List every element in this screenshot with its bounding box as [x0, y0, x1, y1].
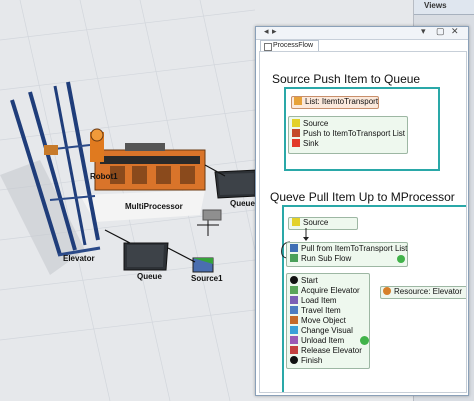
tab-label: ProcessFlow — [273, 42, 314, 49]
activity-move-object[interactable]: Move Object — [290, 316, 346, 326]
travel-icon — [290, 306, 298, 314]
list-icon — [294, 97, 302, 105]
source-icon — [292, 218, 300, 226]
resource-block[interactable]: Resource: Elevator — [380, 286, 466, 299]
list-item-block[interactable]: List: ItemtoTransport — [291, 96, 379, 109]
close-icon[interactable]: ✕ — [451, 26, 459, 37]
activity-pull-list[interactable]: Pull from ItemToTransport List — [290, 244, 407, 254]
release-icon — [290, 346, 298, 354]
activity-finish[interactable]: Finish — [290, 356, 322, 366]
container1-activity-block[interactable]: Source Push to ItemToTransport List Sink — [288, 116, 408, 154]
views-tab[interactable]: Views — [414, 0, 474, 15]
maximize-icon[interactable]: ▢ — [436, 26, 445, 37]
status-indicator-icon — [360, 336, 369, 345]
views-tab-label: Views — [424, 1, 447, 10]
resource-icon — [383, 287, 391, 295]
activity-source[interactable]: Source — [292, 218, 328, 228]
source-icon — [292, 119, 300, 127]
queue-label: Queue — [137, 272, 162, 281]
move-icon — [290, 316, 298, 324]
processflow-window[interactable]: ◂ ▸ ▾ ▢ ✕ ProcessFlow Source Push Item t… — [255, 26, 469, 396]
robot-label: Robot1 — [90, 172, 118, 181]
container1-title: Source Push Item to Queue — [272, 72, 421, 86]
window-titlebar[interactable]: ◂ ▸ ▾ ▢ ✕ — [256, 26, 468, 40]
sink-icon — [292, 139, 300, 147]
scroll-right-icon[interactable]: ▸ — [272, 26, 277, 37]
start-icon — [290, 276, 298, 284]
load-icon — [290, 296, 298, 304]
multiprocessor-model — [94, 143, 206, 191]
elevator-label: Elevator — [63, 254, 95, 263]
activity-load-item[interactable]: Load Item — [290, 296, 337, 306]
activity-change-visual[interactable]: Change Visual — [290, 326, 353, 336]
activity-travel-item[interactable]: Travel Item — [290, 306, 341, 316]
container2-top-block[interactable]: Pull from ItemToTransport List Run Sub F… — [286, 242, 408, 267]
activity-release-elevator[interactable]: Release Elevator — [290, 346, 362, 356]
processflow-icon — [264, 43, 272, 51]
list-item-label: List: ItemtoTransport — [305, 97, 379, 106]
run-sub-flow-icon — [290, 254, 298, 262]
robot-model — [90, 128, 104, 162]
activity-unload-item[interactable]: Unload Item — [290, 336, 344, 346]
pull-icon — [290, 244, 298, 252]
resource-label: Resource: Elevator — [394, 287, 463, 296]
processflow-canvas[interactable]: Source Push Item to Queue List: ItemtoTr… — [259, 51, 467, 393]
activity-push-list[interactable]: Push to ItemToTransport List — [292, 129, 405, 139]
dropdown-icon[interactable]: ▾ — [421, 26, 426, 37]
visual-icon — [290, 326, 298, 334]
activity-sink[interactable]: Sink — [292, 139, 319, 149]
activity-run-sub-flow[interactable]: Run Sub Flow — [290, 254, 351, 264]
container2-title: Queve Pull Item Up to MProcessor — [270, 190, 455, 204]
activity-acquire-elevator[interactable]: Acquire Elevator — [290, 286, 360, 296]
resource-row: Resource: Elevator — [383, 287, 462, 297]
activity-start[interactable]: Start — [290, 276, 318, 286]
source-label: Source1 — [191, 274, 223, 283]
scroll-left-icon[interactable]: ◂ — [264, 26, 269, 37]
acquire-icon — [290, 286, 298, 294]
subflow-block[interactable]: Start Acquire Elevator Load Item Travel … — [286, 273, 370, 369]
multiprocessor-label: MultiProcessor — [125, 202, 183, 211]
unload-icon — [290, 336, 298, 344]
status-indicator-icon — [397, 255, 405, 263]
list-item-row: List: ItemtoTransport — [294, 97, 378, 107]
push-icon — [292, 129, 300, 137]
finish-icon — [290, 356, 298, 364]
activity-source[interactable]: Source — [292, 119, 328, 129]
